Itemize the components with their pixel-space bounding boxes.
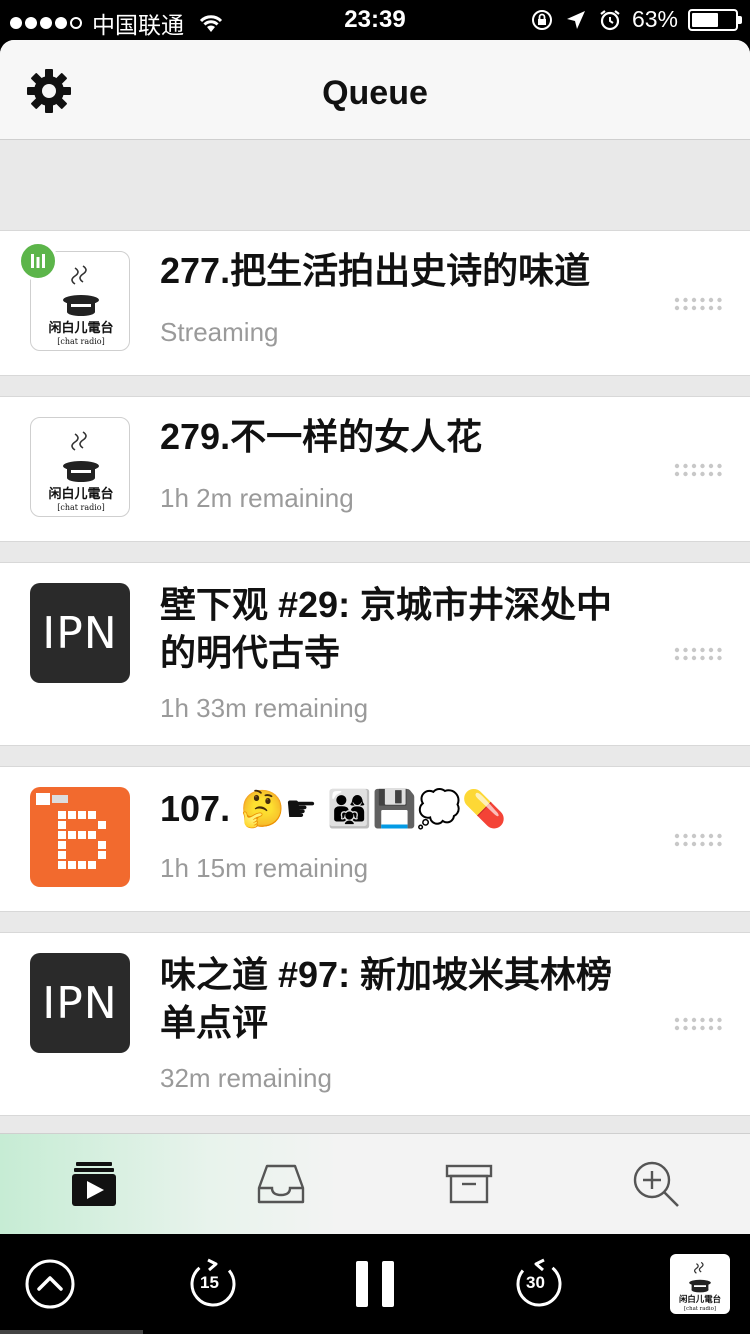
chat-radio-logo: 闲白儿電台 [chat radio]	[48, 431, 114, 512]
episode-row[interactable]: 107. 🤔☛ 👨‍👩‍👧💾💭💊 1h 15m remaining	[0, 766, 750, 912]
pause-button[interactable]	[354, 1234, 396, 1334]
archive-icon	[445, 1164, 492, 1204]
podcast-artwork: 闲白儿電台 [chat radio]	[30, 417, 130, 517]
ipn-logo-text: IPN	[42, 977, 118, 1029]
chat-radio-logo: 闲白儿電台 [chat radio]	[679, 1261, 721, 1312]
episode-list: 闲白儿電台 [chat radio] 277.把生活拍出史诗的味道 Stream…	[0, 230, 750, 1116]
episode-row[interactable]: IPN 壁下观 #29: 京城市井深处中的明代古寺 1h 33m remaini…	[0, 562, 750, 746]
podcast-artwork: IPN	[30, 953, 130, 1053]
svg-text:[chat radio]: [chat radio]	[57, 503, 105, 512]
episode-status: 32m remaining	[160, 1063, 332, 1093]
pause-icon	[356, 1261, 394, 1307]
location-arrow-icon	[566, 10, 585, 29]
skip-forward-button[interactable]: 30	[512, 1234, 566, 1334]
alarm-icon	[600, 9, 620, 30]
tab-search[interactable]	[563, 1134, 750, 1234]
rotation-lock-icon	[531, 9, 552, 30]
drag-handle-icon[interactable]	[674, 833, 724, 847]
episode-row[interactable]: 闲白儿電台 [chat radio] 279.不一样的女人花 1h 2m rem…	[0, 396, 750, 542]
banjan-show-logo	[36, 793, 106, 869]
search-add-icon	[634, 1161, 680, 1207]
status-bar: 中国联通 23:39 63%	[0, 0, 750, 40]
episode-status: Streaming	[160, 317, 279, 347]
status-right: 63%	[530, 6, 742, 33]
episode-status: 1h 15m remaining	[160, 853, 369, 883]
drag-handle-icon[interactable]	[674, 1017, 724, 1031]
podcast-artwork: IPN	[30, 583, 130, 683]
skip-forward-seconds: 30	[526, 1273, 545, 1292]
drag-handle-icon[interactable]	[674, 297, 724, 311]
svg-text:闲白儿電台: 闲白儿電台	[679, 1294, 721, 1304]
inbox-icon	[258, 1164, 305, 1204]
page-title: Queue	[322, 74, 428, 112]
skip-back-seconds: 15	[200, 1273, 219, 1292]
now-playing-badge	[18, 241, 58, 281]
episode-row[interactable]: IPN 味之道 #97: 新加坡米其林榜单点评 32m remaining	[0, 932, 750, 1116]
svg-text:闲白儿電台: 闲白儿電台	[48, 320, 113, 336]
now-playing-artwork[interactable]: 闲白儿電台 [chat radio]	[670, 1254, 730, 1314]
episode-status: 1h 33m remaining	[160, 693, 369, 723]
mini-player: 15 30 闲白儿電台 [chat radio]	[0, 1234, 750, 1334]
playback-progress-bar[interactable]	[0, 1330, 143, 1334]
equalizer-icon	[31, 254, 45, 268]
nav-bar: Queue	[0, 40, 750, 140]
episode-status: 1h 2m remaining	[160, 483, 354, 513]
episode-title: 107. 🤔☛ 👨‍👩‍👧💾💭💊	[160, 788, 507, 829]
app-screen: 中国联通 23:39 63% Queue 闲白儿電台 [chat radio] …	[0, 0, 750, 1334]
skip-back-button[interactable]: 15	[186, 1234, 240, 1334]
tab-archive[interactable]	[375, 1134, 563, 1234]
episode-title: 壁下观 #29: 京城市井深处中的明代古寺	[160, 584, 613, 673]
queue-header-band	[0, 140, 750, 230]
episode-title: 279.不一样的女人花	[160, 416, 483, 457]
drag-handle-icon[interactable]	[674, 647, 724, 661]
episode-title: 277.把生活拍出史诗的味道	[160, 250, 591, 291]
chevron-up-circle-icon	[25, 1259, 75, 1309]
battery-percent: 63%	[631, 6, 678, 32]
queue-sheet: Queue 闲白儿電台 [chat radio] 277.把生活拍出史诗的味道 …	[0, 40, 750, 1234]
svg-text:闲白儿電台: 闲白儿電台	[48, 486, 113, 502]
tab-queue[interactable]	[0, 1134, 188, 1234]
podcast-artwork	[30, 787, 130, 887]
expand-player-button[interactable]	[24, 1234, 76, 1334]
tab-bar	[0, 1133, 750, 1234]
battery-icon	[688, 8, 742, 31]
episode-title: 味之道 #97: 新加坡米其林榜单点评	[160, 954, 613, 1043]
battery-fill	[692, 12, 719, 27]
tab-inbox[interactable]	[188, 1134, 376, 1234]
svg-text:[chat radio]: [chat radio]	[57, 337, 105, 346]
svg-text:[chat radio]: [chat radio]	[684, 1306, 716, 1312]
drag-handle-icon[interactable]	[674, 463, 724, 477]
ipn-logo-text: IPN	[42, 607, 118, 659]
episode-row[interactable]: 闲白儿電台 [chat radio] 277.把生活拍出史诗的味道 Stream…	[0, 230, 750, 376]
queue-play-icon	[71, 1162, 116, 1206]
